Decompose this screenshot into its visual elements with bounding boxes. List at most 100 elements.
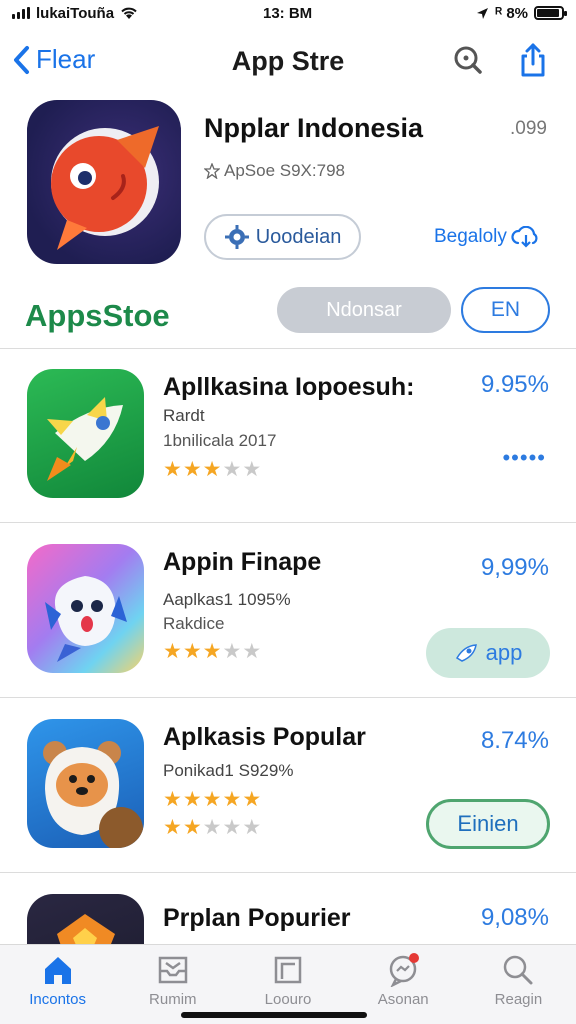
app-meta: Rakdice xyxy=(163,614,225,633)
app-icon-bear xyxy=(27,719,144,848)
beta-link[interactable]: Begaloly xyxy=(434,226,539,248)
star-rating: ★ ★ ★ ★ ★ xyxy=(163,789,261,810)
battery-icon xyxy=(534,6,567,20)
featured-app-subtitle: ApSoe S9X:798 xyxy=(204,161,345,181)
tab-label: Loouro xyxy=(264,991,312,1008)
star-filled-icon: ★ xyxy=(182,788,202,811)
star-filled-icon: ★ xyxy=(163,816,182,839)
search-icon xyxy=(454,46,482,74)
app-subtitle: Aaplkas1 1095% xyxy=(163,590,291,609)
list-item[interactable]: Aplkasis Popular Ponikad1 S929% ★ ★ ★ ★ ★ ★ ★… xyxy=(0,699,576,873)
star-filled-icon: ★ xyxy=(163,788,182,811)
wifi-icon xyxy=(121,7,137,19)
signal-icon xyxy=(12,7,30,19)
featured-app-title: Npplar Indonesia xyxy=(204,113,424,143)
star-filled-icon: ★ xyxy=(182,640,202,663)
star-filled-icon: ★ xyxy=(163,640,182,663)
home-icon xyxy=(44,957,71,984)
more-button[interactable]: ••••• xyxy=(502,445,546,471)
star-empty-icon: ★ xyxy=(222,640,242,663)
share-icon xyxy=(521,43,545,77)
star-rating: ★ ★ ★ ★ ★ xyxy=(163,641,261,662)
tab-search[interactable]: Reagin xyxy=(461,945,576,1024)
star-filled-icon: ★ xyxy=(222,788,242,811)
app-name: Prplan Popurier xyxy=(163,904,351,932)
app-icon-partial xyxy=(27,894,144,944)
status-time: 13: BM xyxy=(263,4,313,22)
divider xyxy=(0,697,576,698)
segment-button[interactable]: Ndonsar xyxy=(277,287,451,333)
app-name: Apllkasina Iopoesuh: xyxy=(163,373,415,401)
star-empty-icon: ★ xyxy=(242,816,262,839)
star-empty-icon: ★ xyxy=(202,816,222,839)
status-left: lukaiTouña xyxy=(12,5,138,22)
star-filled-icon: ★ xyxy=(202,458,222,481)
app-action-label: app xyxy=(485,640,523,665)
download-label: Uoodeian xyxy=(255,225,342,248)
star-filled-icon: ★ xyxy=(182,816,202,839)
app-action-button[interactable]: app xyxy=(426,628,550,678)
game-icon xyxy=(57,914,115,944)
star-rating-secondary: ★ ★ ★ ★ ★ xyxy=(163,817,261,838)
star-filled-icon: ★ xyxy=(202,788,222,811)
mascot-icon xyxy=(45,576,127,662)
language-button[interactable]: EN xyxy=(461,287,550,333)
beta-label: Begaloly xyxy=(434,226,507,247)
square-icon xyxy=(274,956,302,984)
back-button[interactable]: Flear xyxy=(12,44,95,75)
app-meta: 1bnilicala 2017 xyxy=(163,431,277,450)
app-price: 9,08% xyxy=(480,904,549,931)
status-right: ᴿ 8% xyxy=(476,4,567,22)
gear-icon xyxy=(224,225,249,249)
app-subtitle: Rardt xyxy=(163,406,205,425)
star-filled-icon: ★ xyxy=(163,458,182,481)
list-item[interactable]: Appin Finape Aaplkas1 1095% Rakdice ★ ★ ★ ★… xyxy=(0,524,576,698)
search-button[interactable] xyxy=(450,42,486,78)
nav-bar: Flear App Stre xyxy=(0,36,576,86)
tab-label: Incontos xyxy=(29,991,86,1008)
app-icon-rocket xyxy=(27,369,144,498)
star-outline-icon xyxy=(204,163,220,179)
app-price: 9.95% xyxy=(480,371,549,398)
battery-fill xyxy=(537,9,559,17)
divider xyxy=(0,522,576,523)
tab-label: Asonan xyxy=(377,991,429,1008)
star-filled-icon: ★ xyxy=(242,788,262,811)
star-filled-icon: ★ xyxy=(202,640,222,663)
notification-badge xyxy=(408,953,419,963)
star-empty-icon: ★ xyxy=(222,458,242,481)
app-name: Appin Finape xyxy=(163,548,322,576)
carrier-label: lukaiTouña xyxy=(36,4,115,22)
list-item[interactable]: Prplan Popurier 9,08% xyxy=(0,874,576,944)
back-label: Flear xyxy=(36,44,96,74)
star-empty-icon: ★ xyxy=(222,816,242,839)
app-action-button[interactable]: Einien xyxy=(426,799,550,849)
location-icon xyxy=(477,7,489,19)
bear-icon xyxy=(43,741,143,848)
star-empty-icon: ★ xyxy=(242,458,262,481)
divider xyxy=(0,872,576,873)
tab-label: Reagin xyxy=(494,991,543,1008)
section-title: AppsStoe xyxy=(25,298,170,333)
cloud-download-icon xyxy=(511,226,538,248)
featured-app-icon[interactable] xyxy=(27,100,181,264)
share-button[interactable] xyxy=(515,42,551,78)
featured-app-price: .099 xyxy=(510,118,547,139)
download-button[interactable]: Uoodeian xyxy=(204,214,361,260)
tab-label: Rumim xyxy=(149,991,197,1008)
star-filled-icon: ★ xyxy=(182,458,202,481)
app-icon-mascot xyxy=(27,544,144,673)
app-price: 8.74% xyxy=(480,727,549,754)
rocket-icon xyxy=(47,397,123,481)
app-name: Aplkasis Popular xyxy=(163,723,366,751)
star-rating: ★ ★ ★ ★ ★ xyxy=(163,459,261,480)
featured-app-subtitle-text: ApSoe S9X:798 xyxy=(224,161,345,180)
battery-label: ᴿ 8% xyxy=(495,4,528,22)
tab-home[interactable]: Incontos xyxy=(0,945,115,1024)
status-bar: lukaiTouña 13: BM ᴿ 8% xyxy=(0,0,576,26)
list-item[interactable]: Apllkasina Iopoesuh: Rardt 1bnilicala 20… xyxy=(0,349,576,523)
app-subtitle: Ponikad1 S929% xyxy=(163,761,294,780)
rocket-small-icon xyxy=(455,644,477,662)
search-icon xyxy=(504,955,533,985)
chevron-left-icon xyxy=(14,45,29,74)
